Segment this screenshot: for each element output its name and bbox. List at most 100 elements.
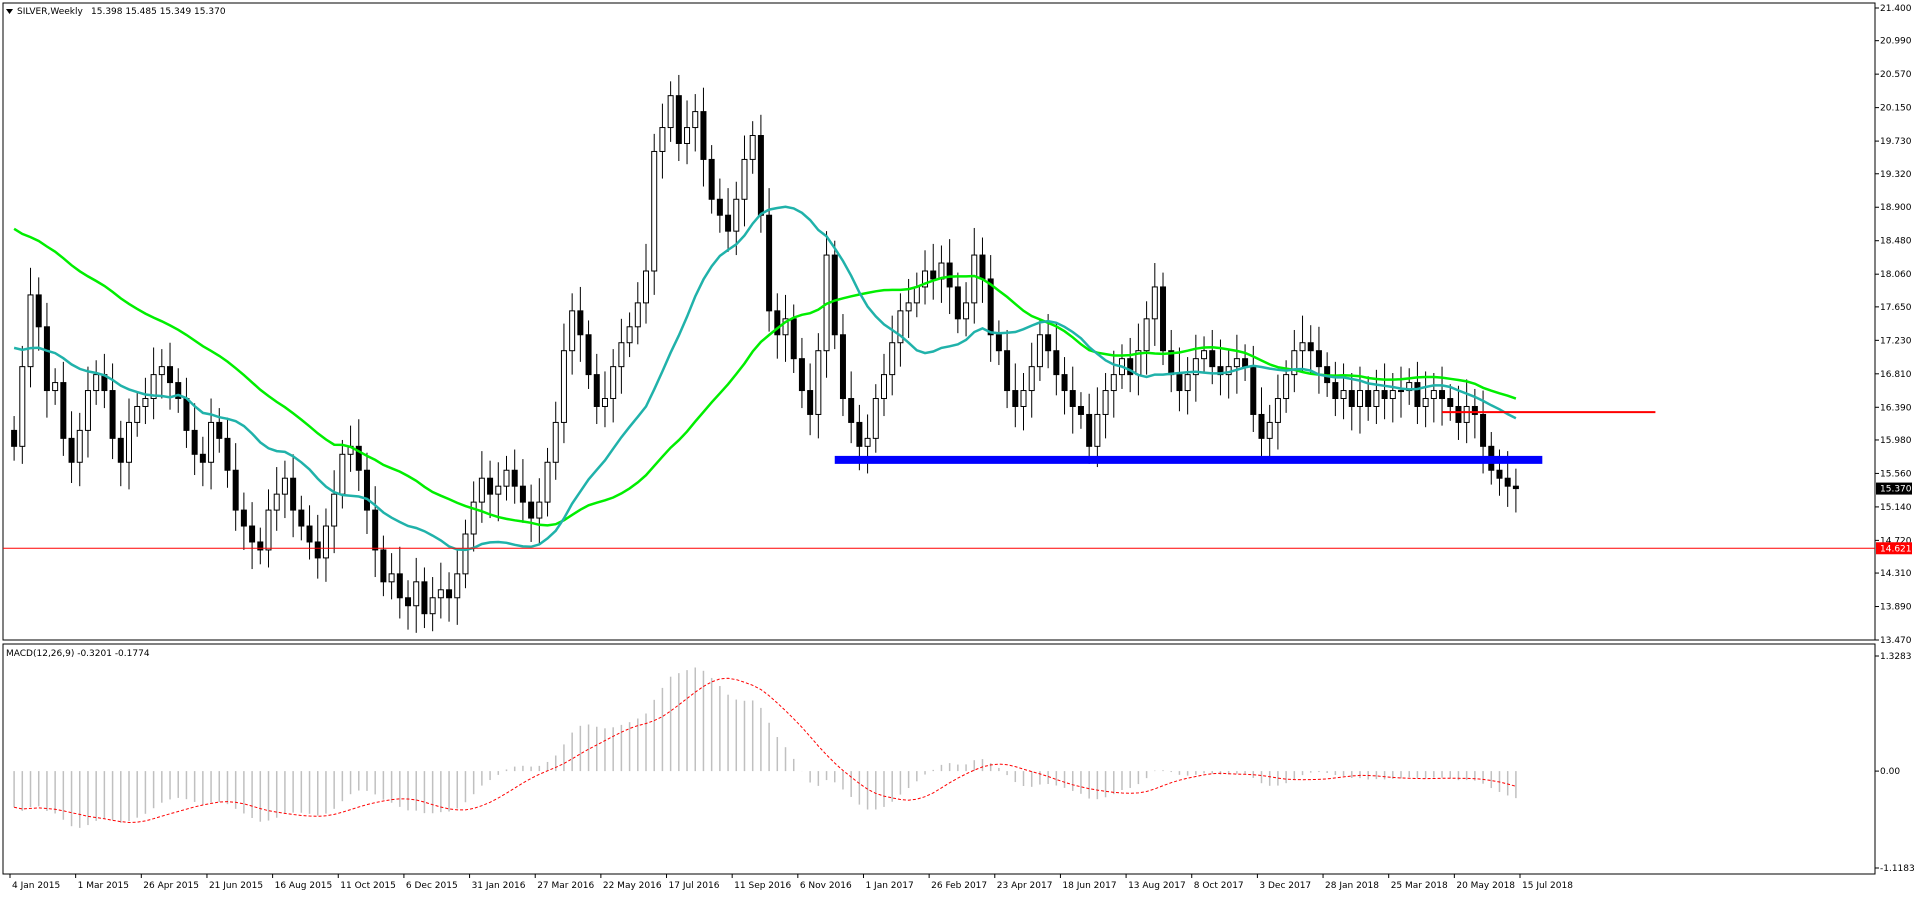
price-tick-label: 21.400 (1880, 4, 1912, 14)
candle-body (864, 437, 871, 447)
candle-body (1480, 413, 1487, 447)
candle-body (125, 421, 132, 463)
candle-body (1365, 390, 1372, 407)
candle-body (1414, 382, 1421, 407)
time-tick-label: 20 May 2018 (1456, 881, 1515, 891)
time-tick-label: 3 Dec 2017 (1259, 881, 1311, 891)
price-tick-label: 18.060 (1880, 270, 1912, 280)
candle-body (872, 398, 879, 439)
candle-body (954, 286, 961, 320)
candle-body (1176, 374, 1183, 392)
candle-body (856, 421, 863, 447)
price-tick-label: 17.230 (1880, 336, 1912, 346)
candle-body (1110, 374, 1117, 392)
candle-body (1045, 334, 1052, 352)
candle-body (1512, 485, 1519, 490)
candle-body (560, 350, 567, 423)
candle-body (963, 302, 970, 320)
candle-body (191, 429, 198, 455)
candle-body (1439, 390, 1446, 400)
candle-body (281, 477, 288, 495)
price-tick-label: 15.140 (1880, 503, 1912, 513)
candle-body (552, 421, 559, 463)
candle-body (544, 461, 551, 503)
candle-body (1332, 382, 1339, 400)
candle-body (725, 214, 732, 232)
candle-body (798, 358, 805, 392)
candle-body (766, 214, 773, 312)
candle-body (1258, 413, 1265, 439)
macd-tick-label: 0.00 (1880, 767, 1900, 777)
price-tick-label: 15.980 (1880, 436, 1912, 446)
candle-body (84, 390, 91, 431)
candle-body (1028, 366, 1035, 392)
candle-body (503, 469, 510, 487)
candle-body (117, 437, 124, 463)
candle-body (528, 501, 535, 519)
price-tick-label: 17.650 (1880, 303, 1912, 313)
candle-body (749, 135, 756, 160)
candle-body (708, 158, 715, 200)
chart-window[interactable]: SILVER,Weekly 15.398 15.485 15.349 15.37… (0, 0, 1916, 896)
candle-body (314, 541, 321, 559)
candle-body (1389, 390, 1396, 400)
candle-body (741, 158, 748, 200)
time-tick-label: 31 Jan 2016 (472, 881, 526, 891)
price-tick-label: 15.560 (1880, 469, 1912, 479)
candle-body (93, 374, 100, 392)
candle-body (511, 469, 518, 487)
candle-body (684, 127, 691, 144)
candle-body (1102, 390, 1109, 415)
candle-body (11, 429, 18, 447)
candle-body (495, 485, 502, 495)
candle-body (1160, 286, 1167, 352)
candle-body (1307, 342, 1314, 352)
candle-body (1250, 366, 1257, 415)
candle-body (306, 525, 313, 543)
candle-body (1004, 350, 1011, 392)
candle-body (593, 374, 600, 407)
price-tick-label: 18.900 (1880, 203, 1912, 213)
candle-body (1373, 390, 1380, 407)
candle-body (232, 469, 239, 511)
candle-body (700, 111, 707, 160)
candle-body (167, 366, 174, 384)
candle-body (1398, 390, 1405, 393)
time-tick-label: 27 Mar 2016 (537, 881, 594, 891)
candle-body (626, 326, 633, 344)
candle-body (142, 398, 149, 407)
candle-body (298, 509, 305, 527)
time-tick-label: 1 Mar 2015 (78, 881, 129, 891)
candle-body (405, 597, 412, 607)
candle-body (946, 262, 953, 288)
time-tick-label: 1 Jan 2017 (865, 881, 913, 891)
candle-body (216, 421, 223, 439)
candle-body (1356, 390, 1363, 407)
candle-body (979, 254, 986, 280)
time-tick-label: 28 Jan 2018 (1325, 881, 1379, 891)
candle-body (454, 573, 461, 599)
candle-body (733, 198, 740, 232)
candle-body (421, 581, 428, 615)
candle-body (659, 127, 666, 152)
candle-body (339, 453, 346, 495)
price-tick-label: 20.150 (1880, 104, 1912, 114)
price-tick-label: 20.570 (1880, 70, 1912, 80)
candle-body (478, 477, 485, 503)
candle-body (1233, 358, 1240, 368)
candle-body (536, 501, 543, 519)
candle-body (388, 573, 395, 583)
candle-body (1020, 390, 1027, 407)
candle-body (331, 493, 338, 527)
price-tick-label: 16.810 (1880, 370, 1912, 380)
candle-body (43, 326, 50, 392)
candle-body (109, 390, 116, 439)
candle-body (322, 525, 329, 559)
candle-body (1381, 390, 1388, 400)
candle-body (519, 485, 526, 503)
candle-body (363, 469, 370, 511)
candle-body (52, 382, 59, 392)
candle-body (1086, 413, 1093, 447)
price-tick-label: 16.390 (1880, 403, 1912, 413)
support-zone-rectangle[interactable] (834, 455, 1543, 464)
